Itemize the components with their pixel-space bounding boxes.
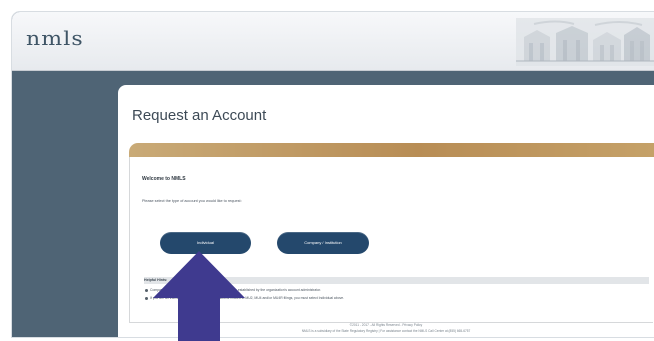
page-title: Request an Account: [132, 107, 267, 124]
building-icon: [516, 18, 654, 66]
account-type-instruction: Please select the type of account you wo…: [142, 199, 242, 203]
application-frame: nmls Request an Account Welcome to NMLS …: [12, 12, 654, 337]
hint-bullet-icon: [145, 289, 148, 292]
nmls-logo: nmls: [26, 26, 84, 50]
site-banner: nmls: [12, 12, 654, 71]
hint-bullet-icon: [145, 297, 148, 300]
up-arrow-icon: [153, 251, 245, 341]
welcome-heading: Welcome to NMLS: [142, 176, 186, 182]
welcome-panel-header: [129, 143, 654, 157]
company-institution-button[interactable]: Company / Institution: [277, 232, 369, 254]
